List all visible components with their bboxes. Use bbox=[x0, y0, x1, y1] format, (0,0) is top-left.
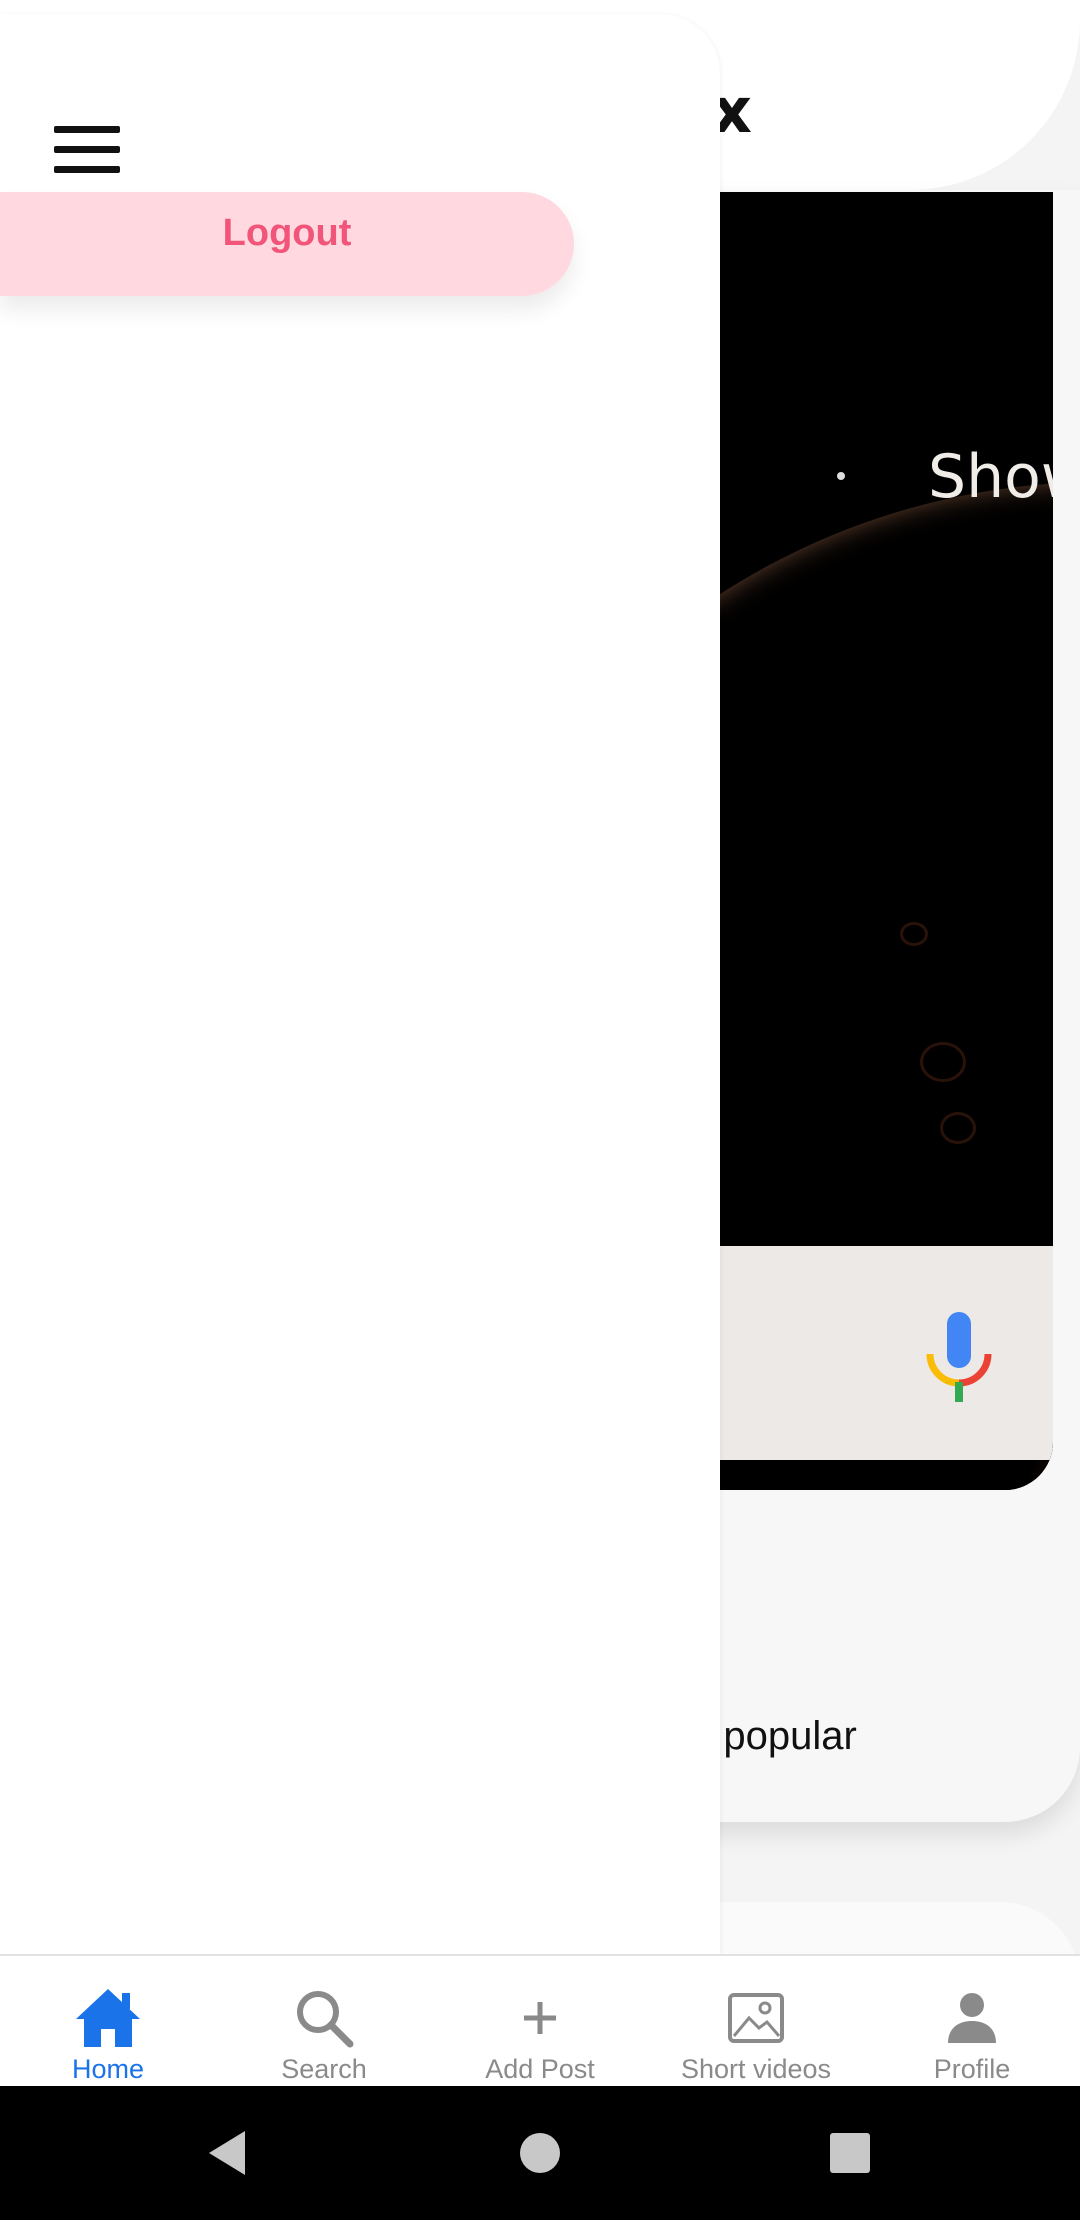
nav-item-short-videos[interactable]: Short videos bbox=[648, 1956, 864, 2088]
nav-label-home: Home bbox=[71, 2054, 145, 2084]
star-dot bbox=[837, 472, 845, 480]
plus-icon bbox=[506, 1986, 574, 2050]
nav-item-profile[interactable]: Profile bbox=[864, 1956, 1080, 2088]
nav-item-home[interactable]: Home bbox=[0, 1956, 216, 2088]
voice-search-bar[interactable] bbox=[700, 1246, 1053, 1460]
back-triangle-icon[interactable] bbox=[160, 2086, 294, 2220]
image-overlay-text: Show bbox=[928, 442, 1053, 512]
nav-item-add-post[interactable]: Add Post bbox=[432, 1956, 648, 2088]
image-icon bbox=[722, 1986, 790, 2050]
navigation-drawer: Logout bbox=[0, 14, 720, 1954]
home-icon bbox=[74, 1986, 142, 2050]
crater bbox=[900, 922, 928, 946]
crater bbox=[920, 1042, 966, 1082]
nav-label-short-videos: Short videos bbox=[680, 2054, 832, 2084]
nav-item-search[interactable]: Search bbox=[216, 1956, 432, 2088]
person-icon bbox=[938, 1986, 1006, 2050]
mars-image: Show bbox=[700, 192, 1053, 1490]
hamburger-menu-icon[interactable] bbox=[54, 126, 122, 178]
nav-label-search: Search bbox=[281, 2054, 367, 2084]
system-navigation-bar bbox=[0, 2086, 1080, 2220]
crater bbox=[940, 1112, 976, 1144]
recents-square-icon[interactable] bbox=[783, 2086, 917, 2220]
search-icon bbox=[290, 1986, 358, 2050]
microphone-icon[interactable] bbox=[924, 1312, 994, 1412]
home-circle-icon[interactable] bbox=[473, 2086, 607, 2220]
bottom-navigation: Home Search Add Post Short videos Profil… bbox=[0, 1954, 1080, 2088]
nav-label-add-post: Add Post bbox=[485, 2054, 595, 2084]
nav-label-profile: Profile bbox=[933, 2054, 1011, 2084]
logout-button[interactable]: Logout bbox=[0, 192, 574, 296]
